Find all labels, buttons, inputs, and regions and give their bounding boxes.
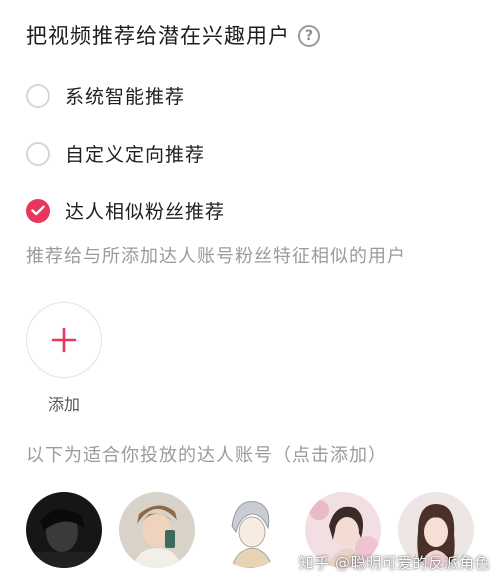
suggest-hint: 以下为适合你投放的达人账号（点击添加） [26,445,387,466]
plus-icon [51,327,77,353]
option-system-recommend[interactable]: 系统智能推荐 [26,82,185,109]
checkmark-icon [31,205,45,216]
radio-checked-icon[interactable] [26,198,50,223]
option-custom-targeting[interactable]: 自定义定向推荐 [26,140,205,167]
option-description: 推荐给与所添加达人账号粉丝特征相似的用户 [26,246,406,267]
add-creator-button[interactable] [26,302,102,378]
option-label: 自定义定向推荐 [65,144,206,166]
creator-avatar[interactable] [212,492,288,568]
page-title: 把视频推荐给潜在兴趣用户 [26,24,290,48]
radio-unchecked-icon[interactable] [26,141,50,166]
question-circle-icon[interactable]: ? [298,25,320,47]
option-similar-fans[interactable]: 达人相似粉丝推荐 [26,197,225,224]
option-label: 达人相似粉丝推荐 [65,201,226,223]
creator-avatar[interactable] [119,492,195,568]
watermark: 知乎 @聪明可爱的反派角色 [298,554,490,572]
option-label: 系统智能推荐 [65,86,186,108]
header: 把视频推荐给潜在兴趣用户 ? [26,20,320,52]
creator-avatar[interactable] [26,492,102,568]
add-label: 添加 [47,395,80,414]
radio-unchecked-icon[interactable] [26,83,50,108]
